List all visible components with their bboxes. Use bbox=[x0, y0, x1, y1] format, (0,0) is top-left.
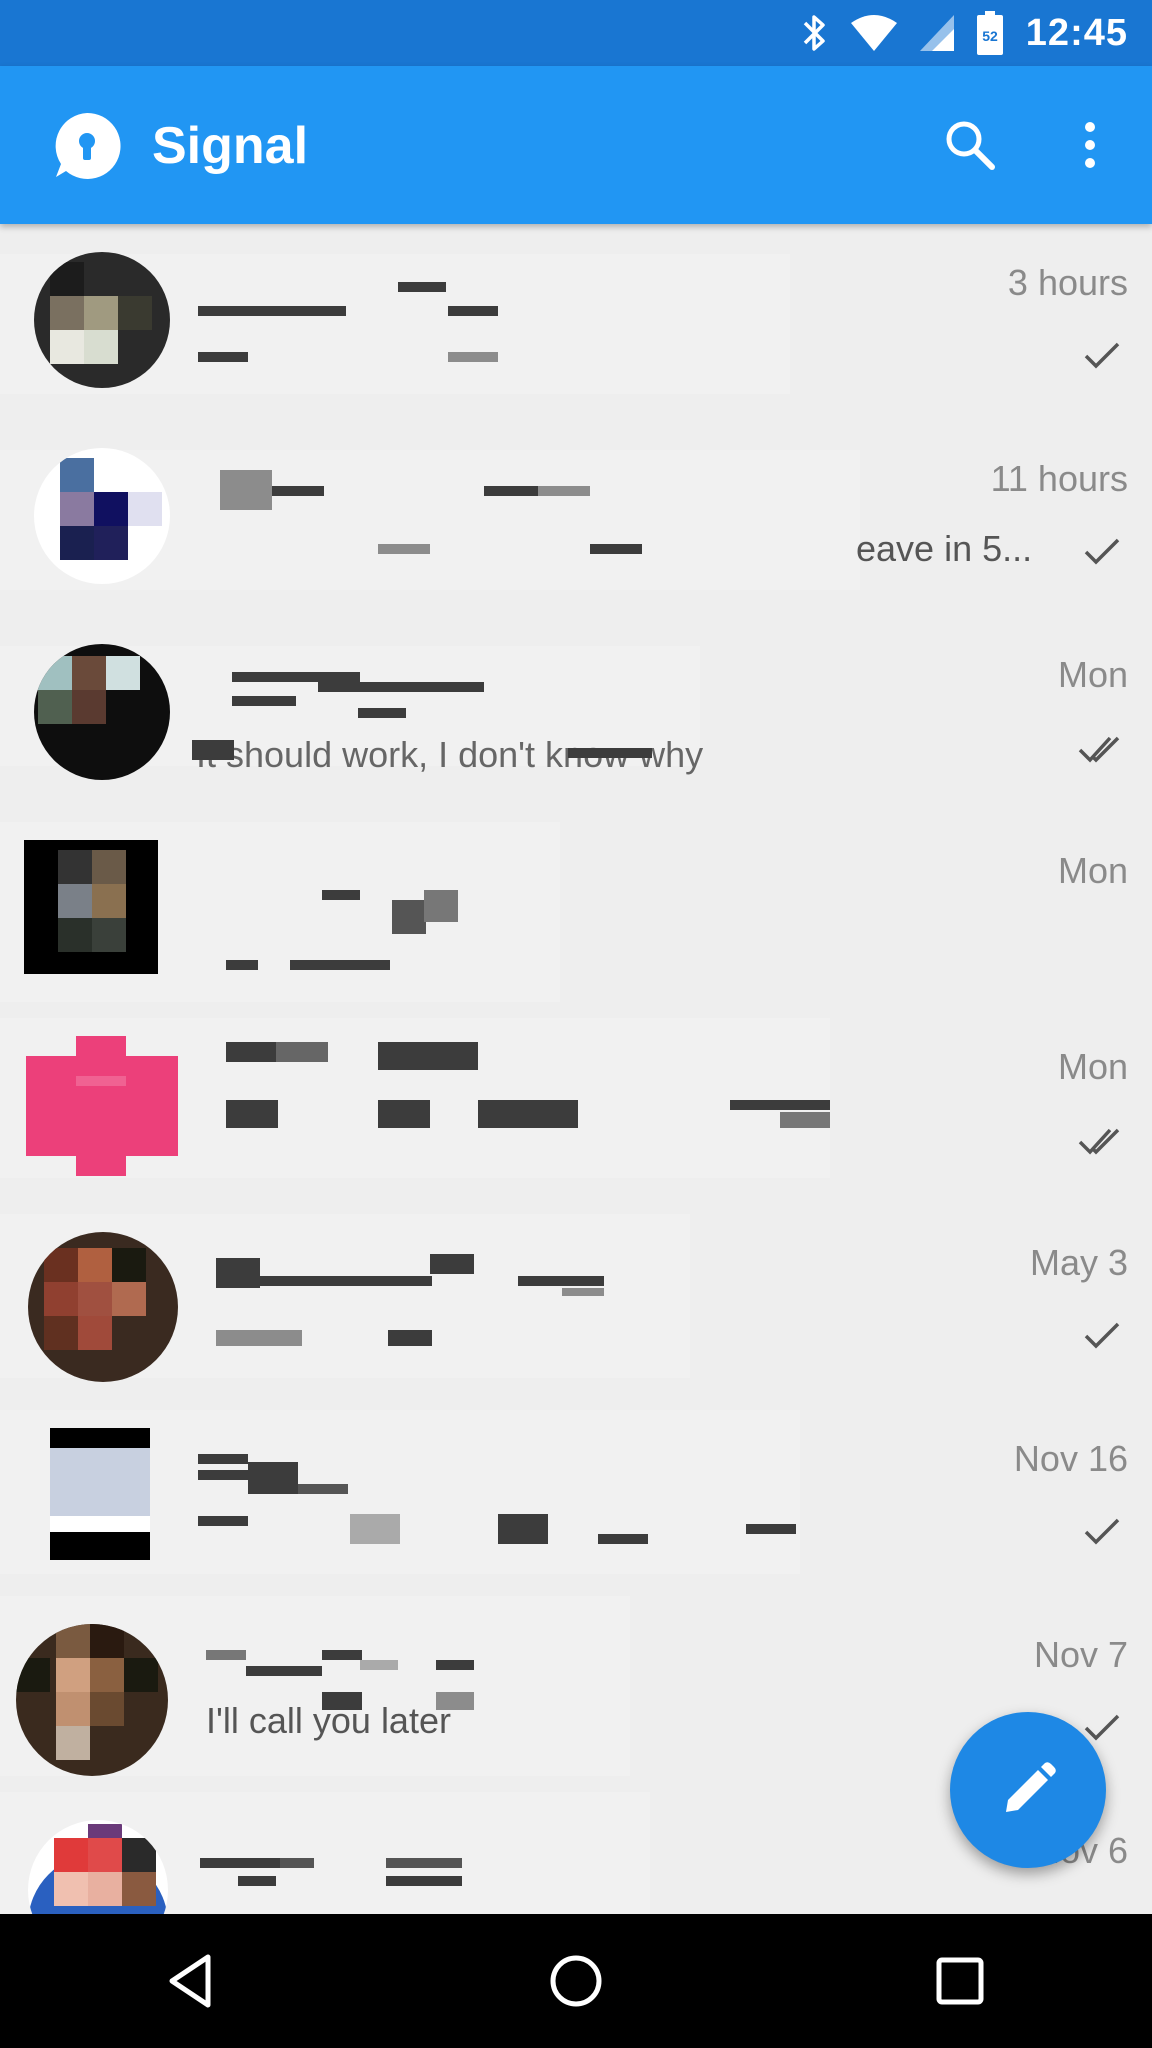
conversation-row[interactable]: Nov 16 bbox=[0, 1400, 1152, 1596]
conversation-time: Mon bbox=[1057, 1046, 1128, 1087]
contact-avatar bbox=[34, 644, 170, 780]
sent-check-icon bbox=[1078, 532, 1126, 572]
contact-avatar bbox=[26, 1036, 178, 1176]
app-bar: Signal bbox=[0, 66, 1152, 224]
contact-avatar bbox=[34, 252, 170, 388]
back-button[interactable] bbox=[147, 1936, 237, 2026]
contact-avatar bbox=[34, 448, 170, 584]
overflow-menu-icon bbox=[1085, 122, 1095, 168]
overflow-menu-button[interactable] bbox=[1070, 115, 1110, 175]
delivered-check-icon bbox=[1078, 1120, 1126, 1160]
contact-avatar bbox=[24, 840, 158, 974]
conversation-time: 11 hours bbox=[990, 458, 1128, 499]
cell-signal-icon bbox=[919, 15, 954, 51]
pencil-icon bbox=[1006, 1762, 1056, 1812]
conversation-row[interactable]: Mon bbox=[0, 1008, 1152, 1204]
contact-avatar bbox=[50, 1428, 150, 1560]
conversation-time: Mon bbox=[1057, 654, 1128, 695]
navigation-bar bbox=[0, 1914, 1152, 2048]
conversation-row[interactable]: May 3 bbox=[0, 1204, 1152, 1400]
signal-logo-icon bbox=[52, 111, 122, 181]
contact-avatar bbox=[28, 1232, 178, 1382]
home-icon bbox=[550, 1955, 602, 2007]
back-icon bbox=[169, 1954, 211, 2008]
conversation-time: Nov 7 bbox=[1033, 1634, 1128, 1675]
conversation-row[interactable]: Mon bbox=[0, 812, 1152, 1008]
contact-avatar bbox=[16, 1624, 168, 1776]
search-button[interactable] bbox=[940, 115, 1000, 175]
conversation-row[interactable]: It should work, I don't know why Mon bbox=[0, 616, 1152, 812]
conversation-row[interactable]: 3 hours bbox=[0, 224, 1152, 420]
sent-check-icon bbox=[1078, 336, 1126, 376]
conversation-row[interactable]: eave in 5... 11 hours bbox=[0, 420, 1152, 616]
app-title: Signal bbox=[152, 117, 309, 175]
status-time: 12:45 bbox=[1025, 11, 1128, 54]
conversation-time: May 3 bbox=[1029, 1242, 1128, 1283]
conversation-time: 3 hours bbox=[1007, 262, 1128, 303]
conversation-list[interactable]: 3 hours eave in 5... 11 hours It should … bbox=[0, 224, 1152, 1914]
conversation-time: Nov 16 bbox=[1013, 1438, 1128, 1479]
conversation-snippet: eave in 5... bbox=[856, 528, 1033, 569]
compose-button[interactable] bbox=[950, 1712, 1106, 1868]
home-button[interactable] bbox=[531, 1936, 621, 2026]
svg-text:52: 52 bbox=[982, 28, 998, 44]
conversation-time: Mon bbox=[1057, 850, 1128, 891]
delivered-check-icon bbox=[1078, 728, 1126, 768]
sent-check-icon bbox=[1078, 1316, 1126, 1356]
bluetooth-icon bbox=[802, 13, 828, 53]
sent-check-icon bbox=[1078, 1512, 1126, 1552]
status-bar: 52 12:45 bbox=[0, 0, 1152, 66]
recents-icon bbox=[936, 1957, 984, 2005]
wifi-icon bbox=[850, 13, 898, 53]
recents-button[interactable] bbox=[915, 1936, 1005, 2026]
search-icon bbox=[946, 121, 995, 170]
battery-icon: 52 bbox=[976, 11, 1004, 55]
